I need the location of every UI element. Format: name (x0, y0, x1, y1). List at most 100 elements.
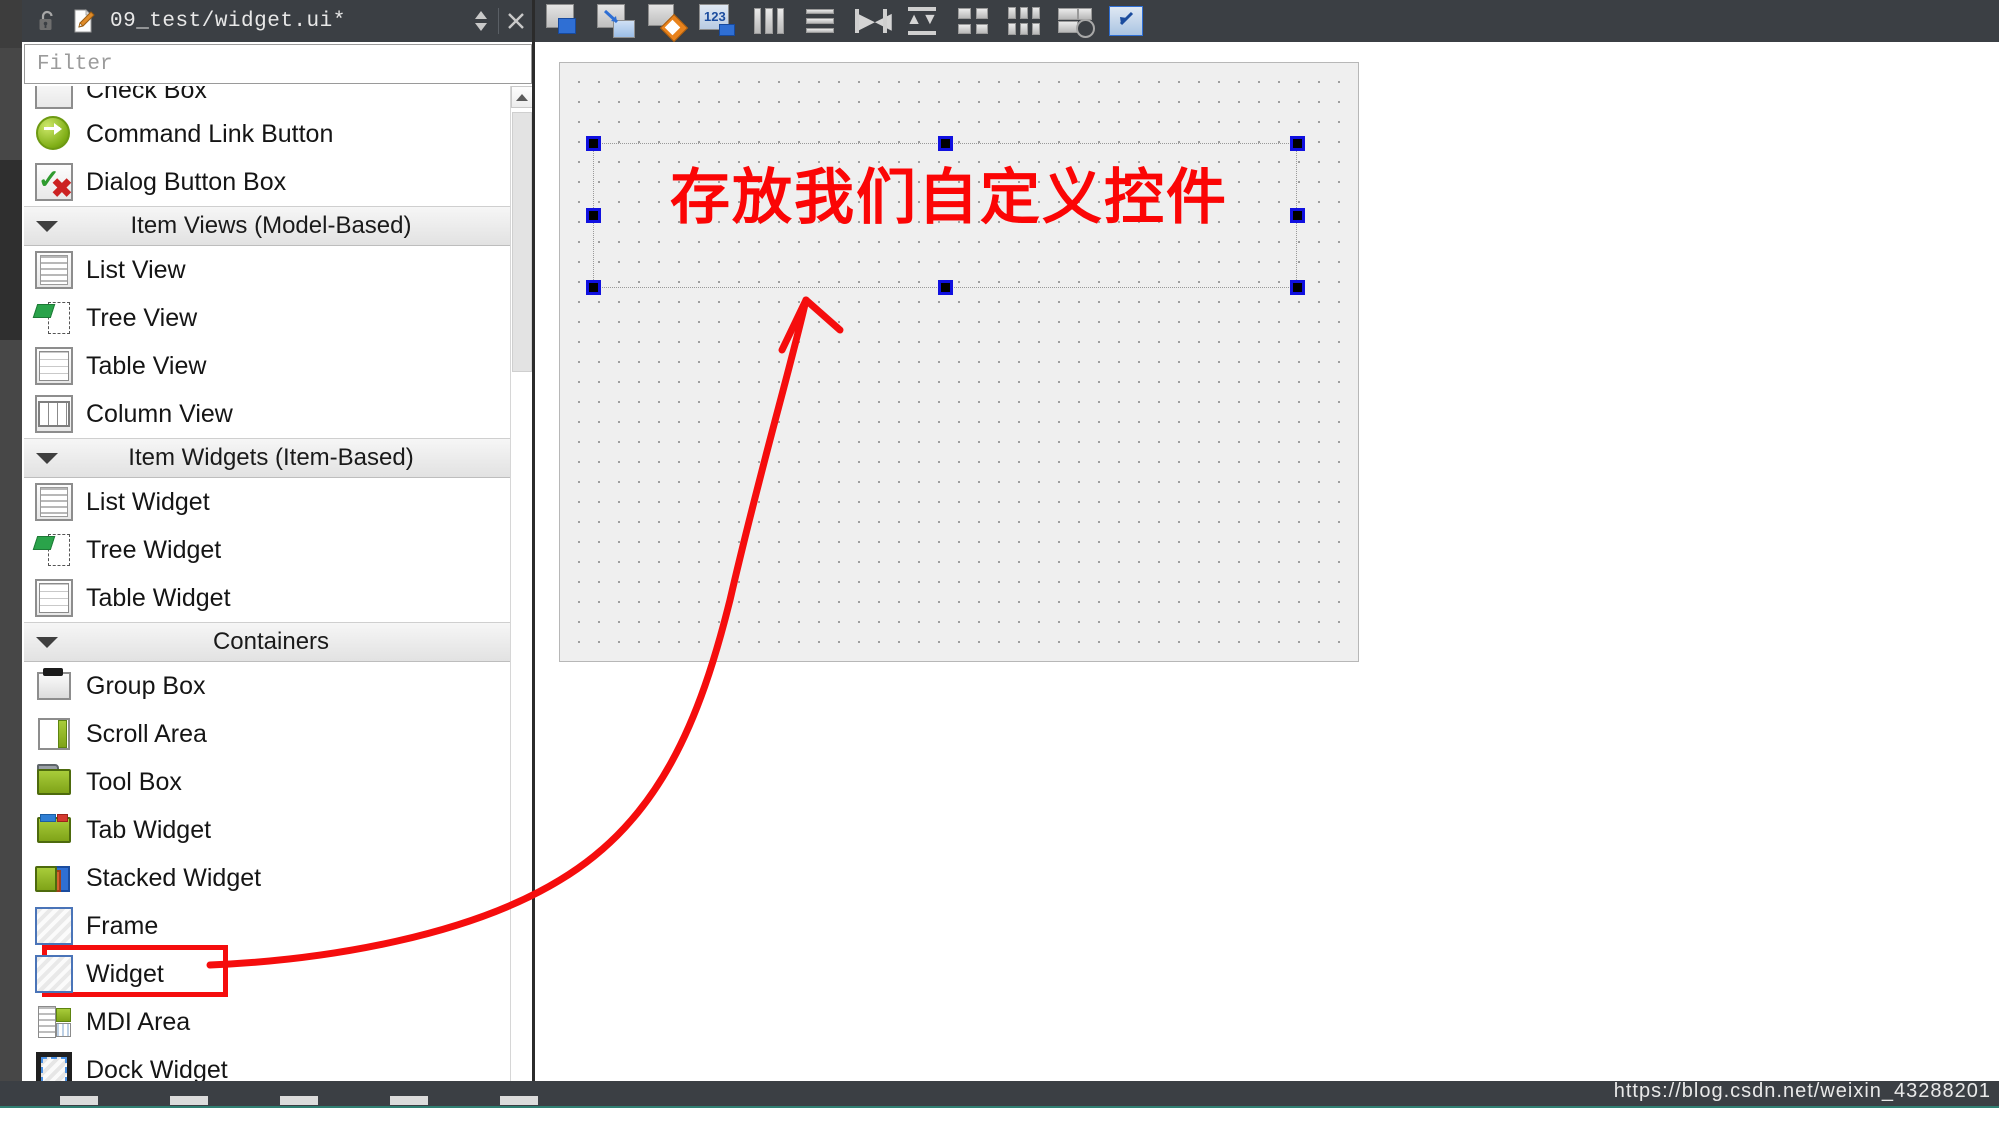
resize-handle-bottom-left[interactable] (586, 280, 601, 295)
design-form[interactable]: 存放我们自定义控件 (559, 62, 1359, 662)
scroll-area-icon (32, 712, 76, 756)
widget-icon (32, 952, 76, 996)
stacked-widget-icon (32, 856, 76, 900)
list-item-tree-view[interactable]: Tree View (24, 294, 510, 342)
list-item-label: Command Link Button (86, 119, 334, 148)
list-item-label: Table View (86, 351, 207, 380)
qt-designer-window: 09_test/widget.ui* ✖ (0, 0, 1999, 1121)
chevron-down-icon (36, 220, 58, 232)
group-header-label: Item Widgets (Item-Based) (128, 444, 414, 471)
close-dock-icon[interactable] (499, 0, 533, 42)
frame-icon (32, 904, 76, 948)
list-item-label: Frame (86, 911, 159, 940)
footer-strip (0, 1108, 1999, 1121)
dialog-button-box-icon: ✓ ✖ (32, 160, 76, 204)
tab-widget-icon (32, 808, 76, 852)
dock-title-text: 09_test/widget.ui* (110, 9, 346, 33)
list-item-mdi-area[interactable]: MDI Area (24, 998, 510, 1046)
chevron-down-icon (36, 636, 58, 648)
list-widget-icon (32, 480, 76, 524)
resize-handle-bottom-right[interactable] (1290, 280, 1305, 295)
document-edit-icon (70, 8, 96, 34)
float-dock-icon[interactable] (464, 0, 498, 42)
edit-buddies-button[interactable] (646, 2, 689, 43)
list-item-tab-widget[interactable]: Tab Widget (24, 806, 510, 854)
taskbar-icon-3[interactable] (280, 1096, 318, 1105)
layout-horizontally-button[interactable] (748, 2, 790, 40)
column-view-icon (32, 392, 76, 436)
form-canvas-area[interactable]: 存放我们自定义控件 (535, 42, 1999, 1092)
tool-box-icon (32, 760, 76, 804)
widget-box-scrollbar[interactable] (510, 86, 533, 1090)
scroll-up-button[interactable] (511, 86, 533, 108)
list-item-command-link-button[interactable]: Command Link Button (24, 110, 510, 158)
list-item-tree-widget[interactable]: Tree Widget (24, 526, 510, 574)
list-item-label: Tool Box (86, 767, 182, 796)
command-link-button-icon (32, 112, 76, 156)
list-item-label: Dialog Button Box (86, 167, 287, 196)
resize-handle-top-right[interactable] (1290, 136, 1305, 151)
list-item-label: Group Box (86, 671, 206, 700)
list-item-table-widget[interactable]: Table Widget (24, 574, 510, 622)
taskbar-icon-2[interactable] (170, 1096, 208, 1105)
list-item-table-view[interactable]: Table View (24, 342, 510, 390)
tree-widget-icon (32, 528, 76, 572)
scrollbar-thumb[interactable] (512, 112, 532, 372)
split-v-icon: ▲▼ (906, 11, 938, 28)
list-item-label: Stacked Widget (86, 863, 262, 892)
edit-signals-slots-button[interactable] (595, 2, 637, 40)
desktop-left-strip-top (0, 0, 22, 48)
break-layout-button[interactable] (1054, 2, 1096, 40)
check-box-icon: ✖ (32, 86, 76, 112)
list-item-label: Scroll Area (86, 719, 207, 748)
table-widget-icon (32, 576, 76, 620)
layout-splitter-vertical-button[interactable]: ▲▼ (901, 2, 943, 40)
taskbar-items[interactable] (60, 1091, 538, 1105)
list-item-list-widget[interactable]: List Widget (24, 478, 510, 526)
taskbar-icon-5[interactable] (500, 1096, 538, 1105)
layout-splitter-horizontal-button[interactable]: ▶◀ (850, 2, 892, 40)
edit-widgets-button[interactable] (544, 2, 586, 40)
taskbar-icon-4[interactable] (390, 1096, 428, 1105)
form-label-text[interactable]: 存放我们自定义控件 (670, 149, 1228, 236)
taskbar-icon-1[interactable] (60, 1096, 98, 1105)
layout-vertically-button[interactable] (799, 2, 841, 40)
table-view-icon (32, 344, 76, 388)
list-item-group-box[interactable]: Group Box (24, 662, 510, 710)
group-header-item-widgets[interactable]: Item Widgets (Item-Based) (24, 438, 510, 478)
chevron-down-icon (36, 452, 58, 464)
list-item-widget[interactable]: Widget (24, 945, 510, 998)
list-item-label: Tree Widget (86, 535, 222, 564)
chevron-up-icon (516, 93, 528, 101)
group-header-item-views[interactable]: Item Views (Model-Based) (24, 206, 510, 246)
resize-handle-top-center[interactable] (938, 136, 953, 151)
group-header-containers[interactable]: Containers (24, 622, 510, 662)
resize-handle-bottom-center[interactable] (938, 280, 953, 295)
layout-grid-button[interactable] (1003, 2, 1045, 40)
list-item-label: Check Box (86, 86, 207, 104)
watermark: https://blog.csdn.net/weixin_43288201 (1613, 1080, 1991, 1102)
list-item[interactable]: ✖ Check Box (24, 86, 510, 110)
list-view-icon (32, 248, 76, 292)
list-item-label: Tree View (86, 303, 198, 332)
group-header-label: Item Views (Model-Based) (130, 212, 412, 239)
search-input[interactable] (25, 45, 531, 83)
resize-handle-middle-left[interactable] (586, 208, 601, 223)
list-item-dialog-button-box[interactable]: ✓ ✖ Dialog Button Box (24, 158, 510, 206)
list-item-tool-box[interactable]: Tool Box (24, 758, 510, 806)
list-item-list-view[interactable]: List View (24, 246, 510, 294)
adjust-size-button[interactable] (1105, 2, 1147, 40)
dock-title-bar: 09_test/widget.ui* (22, 0, 534, 42)
list-item-column-view[interactable]: Column View (24, 390, 510, 438)
list-item-stacked-widget[interactable]: Stacked Widget (24, 854, 510, 902)
resize-handle-middle-right[interactable] (1290, 208, 1305, 223)
resize-handle-top-left[interactable] (586, 136, 601, 151)
unlock-icon[interactable] (36, 9, 58, 33)
filter-field[interactable] (24, 44, 532, 84)
list-item-frame[interactable]: Frame (24, 902, 510, 950)
list-item-label: Table Widget (86, 583, 231, 612)
edit-tab-order-button[interactable]: 123 (697, 2, 739, 40)
layout-form-button[interactable] (952, 2, 994, 40)
widget-box-list[interactable]: ✖ Check Box Command Link Button ✓✖ Dialo… (24, 86, 510, 1090)
list-item-scroll-area[interactable]: Scroll Area (24, 710, 510, 758)
